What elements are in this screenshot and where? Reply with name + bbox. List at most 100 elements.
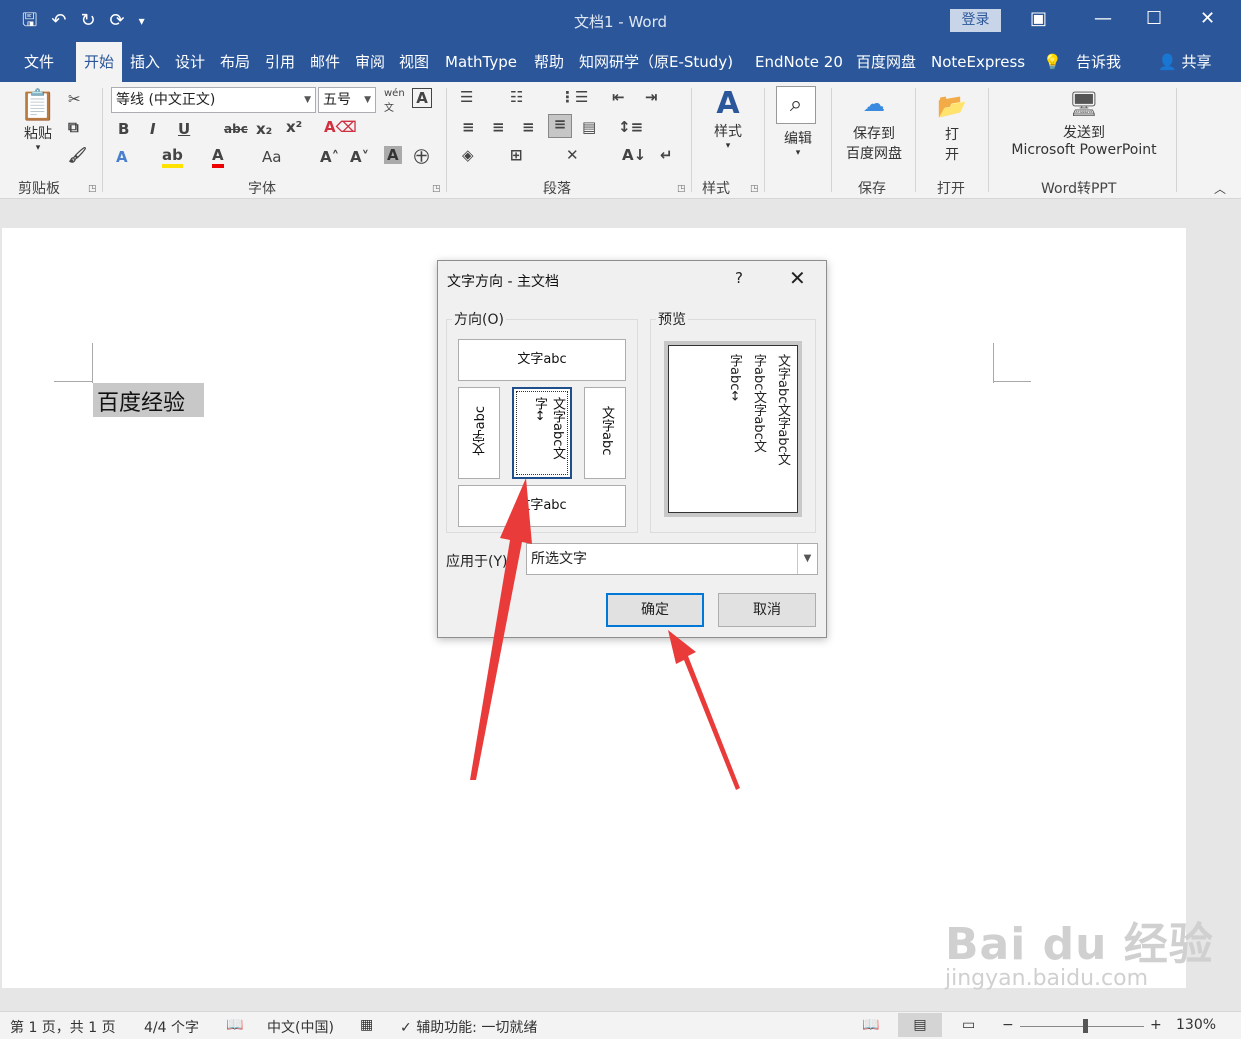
direction-option-vertical-right[interactable]: 文字abc — [584, 387, 626, 479]
close-icon[interactable]: ✕ — [1200, 8, 1215, 29]
clear-formatting-icon[interactable]: A⌫ — [324, 118, 357, 136]
apply-to-select[interactable]: 所选文字 ▼ — [526, 543, 818, 575]
align-center-icon[interactable]: ≡ — [492, 118, 505, 136]
share-button[interactable]: 👤 共享 — [1158, 42, 1211, 82]
align-left-icon[interactable]: ≡ — [462, 118, 475, 136]
tab-noteexpress[interactable]: NoteExpress — [931, 42, 1025, 82]
paste-button[interactable]: 📋 粘贴 ▾ — [18, 88, 58, 153]
zoom-slider-track[interactable] — [1020, 1026, 1144, 1027]
zoom-in-button[interactable]: + — [1150, 1017, 1162, 1033]
enclose-characters-icon[interactable]: ㊉ — [414, 146, 429, 167]
web-layout-icon[interactable]: ▭ — [962, 1017, 975, 1033]
tab-mathtype[interactable]: MathType — [445, 42, 517, 82]
tab-references[interactable]: 引用 — [265, 42, 295, 82]
highlight-icon[interactable]: ab — [162, 146, 183, 168]
font-launcher-icon[interactable]: ◳ — [432, 184, 441, 194]
text-effects-icon[interactable]: A — [116, 148, 128, 166]
editing-button[interactable]: ⌕ 编辑 ▾ — [776, 86, 820, 158]
clipboard-launcher-icon[interactable]: ◳ — [88, 184, 97, 194]
open-line2: 开 — [945, 147, 959, 163]
paragraph-launcher-icon[interactable]: ◳ — [677, 184, 686, 194]
distributed-icon[interactable]: ▤ — [582, 118, 596, 136]
line-spacing-icon[interactable]: ↕≡ — [618, 118, 643, 136]
zoom-level[interactable]: 130% — [1176, 1017, 1216, 1033]
bold-icon[interactable]: B — [118, 120, 129, 138]
tab-design[interactable]: 设计 — [175, 42, 205, 82]
font-color-icon[interactable]: A — [212, 146, 224, 168]
superscript-icon[interactable]: x² — [286, 118, 302, 136]
cut-icon[interactable]: ✂ — [68, 90, 81, 108]
format-painter-icon[interactable]: 🖌 — [68, 146, 87, 164]
styles-launcher-icon[interactable]: ◳ — [750, 184, 759, 194]
increase-indent-icon[interactable]: ⇥ — [645, 88, 658, 106]
ribbon-display-icon[interactable]: ▣ — [1030, 8, 1047, 29]
tab-layout[interactable]: 布局 — [220, 42, 250, 82]
minimize-icon[interactable]: — — [1094, 8, 1112, 29]
styles-button[interactable]: A 样式 ▾ — [706, 86, 750, 151]
zoom-slider-thumb[interactable] — [1083, 1019, 1088, 1033]
direction-option-vertical-selected[interactable]: 文字abc文 字↔ — [512, 387, 572, 479]
close-icon[interactable]: ✕ — [789, 266, 806, 290]
sort-icon[interactable]: A↓ — [622, 146, 646, 164]
tab-endnote[interactable]: EndNote 20 — [755, 42, 843, 82]
direction-option-horizontal-bottom[interactable]: 文字abc — [458, 485, 626, 527]
tab-file[interactable]: 文件 — [24, 42, 54, 82]
tab-home[interactable]: 开始 — [76, 42, 123, 82]
character-border-icon[interactable]: A — [412, 88, 432, 108]
tab-insert[interactable]: 插入 — [130, 42, 160, 82]
tell-me-search[interactable]: 告诉我 — [1076, 42, 1121, 82]
proofing-icon[interactable]: 📖 — [226, 1017, 243, 1033]
language-indicator[interactable]: 中文(中国) — [267, 1017, 334, 1037]
tab-help[interactable]: 帮助 — [534, 42, 564, 82]
collapse-ribbon-icon[interactable]: ︿ — [1214, 180, 1226, 197]
send-to-ppt-button[interactable]: 🖥 发送到 Microsoft PowerPoint — [1002, 90, 1166, 158]
numbering-icon[interactable]: ☷ — [510, 88, 523, 106]
save-to-baidu-button[interactable]: ☁ 保存到 百度网盘 — [840, 92, 908, 163]
accessibility-status[interactable]: ✓ 辅助功能: 一切就绪 — [400, 1017, 537, 1037]
shrink-font-icon[interactable]: A˅ — [350, 148, 369, 166]
shading-icon[interactable]: ◈ — [462, 146, 474, 164]
zoom-out-button[interactable]: − — [1002, 1017, 1014, 1033]
align-right-icon[interactable]: ≡ — [522, 118, 535, 136]
separator — [764, 88, 765, 192]
selected-document-text[interactable]: 百度经验 — [93, 383, 204, 417]
copy-icon[interactable]: ⧉ — [68, 118, 79, 136]
tab-review[interactable]: 审阅 — [355, 42, 385, 82]
strikethrough-icon[interactable]: abc — [224, 122, 248, 136]
grow-font-icon[interactable]: A˄ — [320, 148, 339, 166]
cancel-button[interactable]: 取消 — [718, 593, 816, 627]
tab-cnki[interactable]: 知网研学（原E-Study) — [579, 42, 733, 82]
direction-option-horizontal[interactable]: 文字abc — [458, 339, 626, 381]
chinese-layout-icon[interactable]: ✕ — [566, 146, 579, 164]
tab-mailings[interactable]: 邮件 — [310, 42, 340, 82]
decrease-indent-icon[interactable]: ⇤ — [612, 88, 625, 106]
font-size-combo[interactable]: 五号 ▼ — [318, 87, 376, 113]
open-group-label: 打开 — [937, 181, 965, 197]
font-name-combo[interactable]: 等线 (中文正文) ▼ — [111, 87, 316, 113]
ok-button[interactable]: 确定 — [606, 593, 704, 627]
multilevel-list-icon[interactable]: ⋮☰ — [560, 88, 588, 106]
direction-option-vertical-left[interactable]: 文字abc — [458, 387, 500, 479]
subscript-icon[interactable]: x₂ — [256, 120, 272, 138]
maximize-icon[interactable]: ☐ — [1146, 8, 1162, 29]
read-mode-icon[interactable]: 📖 — [862, 1017, 879, 1033]
macro-icon[interactable]: ▦ — [360, 1017, 373, 1033]
word-count[interactable]: 4/4 个字 — [144, 1017, 199, 1037]
italic-icon[interactable]: I — [150, 120, 156, 138]
show-marks-icon[interactable]: ↵ — [660, 146, 673, 164]
accessibility-label: 辅助功能: 一切就绪 — [416, 1020, 538, 1036]
phonetic-guide-icon[interactable]: wén 文 — [384, 88, 405, 114]
change-case-icon[interactable]: Aa — [262, 148, 281, 166]
underline-icon[interactable]: U — [178, 120, 190, 138]
character-shading-icon[interactable]: A — [384, 146, 402, 164]
borders-icon[interactable]: ⊞ — [510, 146, 523, 164]
print-layout-icon[interactable]: ▤ — [898, 1013, 942, 1037]
help-button[interactable]: ? — [735, 269, 743, 287]
justify-icon[interactable]: ≡ — [548, 114, 572, 138]
open-button[interactable]: 📂 打 开 — [932, 92, 972, 164]
tab-baidu-netdisk[interactable]: 百度网盘 — [856, 42, 916, 82]
login-button[interactable]: 登录 — [950, 9, 1001, 32]
bullets-icon[interactable]: ☰ — [460, 88, 473, 106]
page-count[interactable]: 第 1 页，共 1 页 — [10, 1017, 116, 1037]
tab-view[interactable]: 视图 — [399, 42, 429, 82]
